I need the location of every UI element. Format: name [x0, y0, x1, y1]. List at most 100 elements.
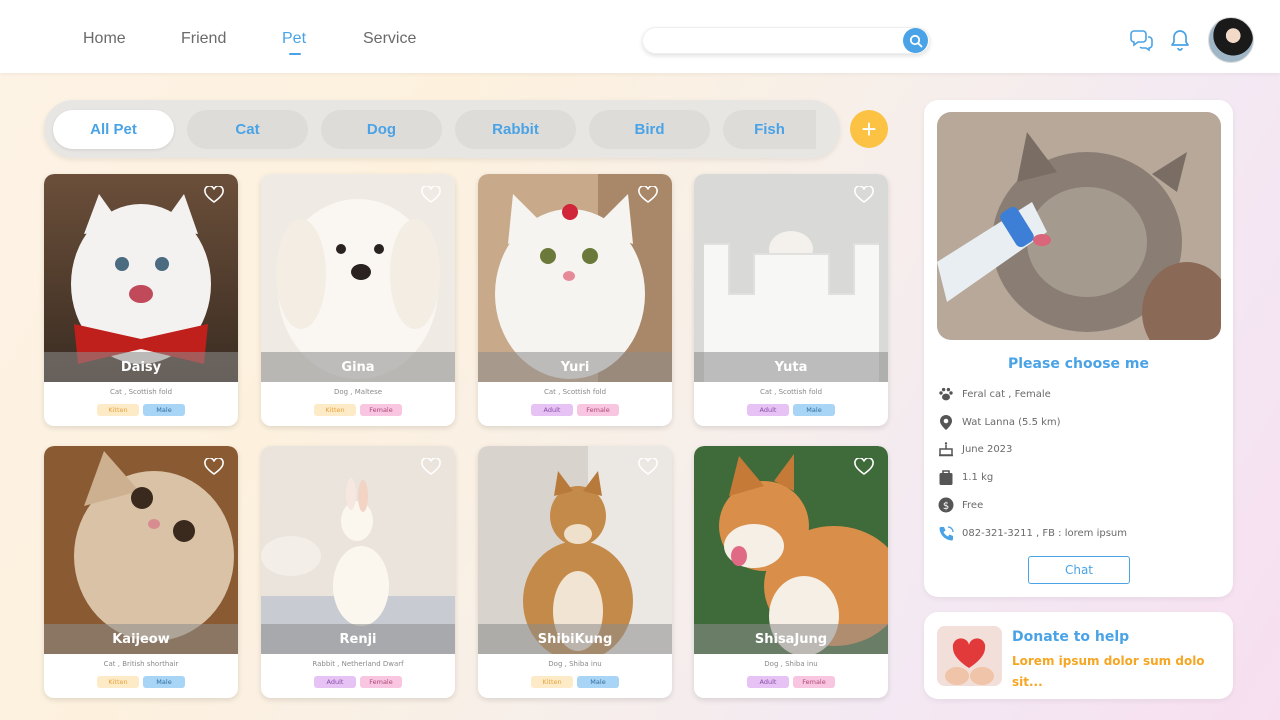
nav-active-indicator	[289, 53, 301, 55]
chat-bubbles-icon[interactable]	[1130, 28, 1154, 52]
search-input[interactable]	[642, 27, 892, 54]
nav-pet[interactable]: Pet	[282, 30, 306, 48]
age-tag: Kitten	[531, 676, 573, 688]
age-tag: Adult	[747, 404, 789, 416]
pet-card[interactable]: Yuta Cat , Scottish fold Adult Male	[694, 174, 888, 426]
add-pet-button[interactable]: +	[850, 110, 888, 148]
filter-bird[interactable]: Bird	[589, 110, 710, 149]
pet-name: Gina	[261, 352, 455, 382]
nav-home[interactable]: Home	[83, 30, 126, 48]
filter-rabbit[interactable]: Rabbit	[455, 110, 576, 149]
birthday-cake-icon	[937, 440, 955, 458]
pet-card[interactable]: Gina Dog , Maltese Kitten Female	[261, 174, 455, 426]
pet-photo	[694, 446, 888, 654]
favorite-heart-icon[interactable]	[638, 186, 658, 204]
gender-tag: Male	[143, 676, 185, 688]
favorite-heart-icon[interactable]	[204, 458, 224, 476]
age-tag: Kitten	[97, 676, 139, 688]
dollar-coin-icon: $	[937, 496, 955, 514]
info-type-row: Feral cat , Female	[937, 385, 1051, 403]
favorite-heart-icon[interactable]	[854, 186, 874, 204]
info-contact: 082-321-3211 , FB : lorem ipsum	[962, 527, 1127, 539]
detail-title: Please choose me	[1008, 356, 1149, 372]
donate-card[interactable]: Donate to help Lorem ipsum dolor sum dol…	[924, 612, 1233, 699]
info-price: Free	[962, 499, 984, 511]
donate-description: Lorem ipsum dolor sum dolo sit...	[1012, 654, 1205, 689]
nav-service[interactable]: Service	[363, 30, 416, 48]
info-weight-row: 1.1 kg	[937, 468, 993, 486]
pet-card[interactable]: Yuri Cat , Scottish fold Adult Female	[478, 174, 672, 426]
pet-card[interactable]: ShisaJung Dog , Shiba inu Adult Female	[694, 446, 888, 698]
pet-name: ShibiKung	[478, 624, 672, 654]
pet-name: Yuta	[694, 352, 888, 382]
donate-heart-hands-image	[937, 626, 1002, 686]
info-location-row: Wat Lanna (5.5 km)	[937, 413, 1061, 431]
pet-photo	[478, 174, 672, 382]
paw-icon	[937, 385, 955, 403]
pet-photo	[478, 446, 672, 654]
filter-fish[interactable]: Fish	[723, 110, 816, 149]
pet-tags: Kitten Female	[261, 404, 455, 416]
pet-tags: Kitten Male	[478, 676, 672, 688]
pet-breed: Cat , Scottish fold	[759, 388, 823, 396]
favorite-heart-icon[interactable]	[854, 458, 874, 476]
nav-friend[interactable]: Friend	[181, 30, 226, 48]
gender-tag: Male	[577, 676, 619, 688]
pet-detail-panel: Please choose me Feral cat , Female Wat …	[924, 100, 1233, 597]
phone-icon	[937, 524, 955, 542]
info-birth-row: June 2023	[937, 440, 1012, 458]
pet-breed: Cat , British shorthair	[103, 660, 179, 668]
age-tag: Adult	[747, 676, 789, 688]
pet-tags: Kitten Male	[44, 404, 238, 416]
pet-breed: Cat , Scottish fold	[109, 388, 173, 396]
gender-tag: Female	[577, 404, 619, 416]
favorite-heart-icon[interactable]	[204, 186, 224, 204]
info-weight: 1.1 kg	[962, 471, 994, 483]
gender-tag: Female	[793, 676, 835, 688]
gender-tag: Female	[360, 404, 402, 416]
pet-card[interactable]: Kaijeow Cat , British shorthair Kitten M…	[44, 446, 238, 698]
bell-icon[interactable]	[1168, 28, 1192, 52]
favorite-heart-icon[interactable]	[421, 458, 441, 476]
pet-detail-photo	[937, 112, 1221, 340]
pet-breed: Rabbit , Netherland Dwarf	[312, 660, 404, 668]
pet-breed: Dog , Maltese	[333, 388, 383, 396]
age-tag: Adult	[531, 404, 573, 416]
location-pin-icon	[937, 413, 955, 431]
pet-tags: Adult Female	[478, 404, 672, 416]
favorite-heart-icon[interactable]	[421, 186, 441, 204]
filter-cat[interactable]: Cat	[187, 110, 308, 149]
age-tag: Kitten	[97, 404, 139, 416]
search-button[interactable]	[903, 28, 928, 53]
gender-tag: Male	[143, 404, 185, 416]
pet-name: Renji	[261, 624, 455, 654]
age-tag: Kitten	[314, 404, 356, 416]
info-location: Wat Lanna (5.5 km)	[962, 416, 1061, 428]
pet-photo	[261, 174, 455, 382]
pet-breed: Cat , Scottish fold	[543, 388, 607, 396]
info-contact-row: 082-321-3211 , FB : lorem ipsum	[937, 524, 1127, 542]
pet-tags: Adult Female	[694, 676, 888, 688]
user-avatar[interactable]	[1208, 17, 1254, 63]
filter-dog[interactable]: Dog	[321, 110, 442, 149]
pet-breed: Dog , Shiba inu	[548, 660, 602, 668]
svg-text:$: $	[943, 501, 949, 512]
pet-tags: Adult Male	[694, 404, 888, 416]
weight-bag-icon	[937, 468, 955, 486]
top-navbar: Home Friend Pet Service	[0, 0, 1280, 73]
pet-card[interactable]: ShibiKung Dog , Shiba inu Kitten Male	[478, 446, 672, 698]
pet-photo	[261, 446, 455, 654]
pet-photo	[694, 174, 888, 382]
favorite-heart-icon[interactable]	[638, 458, 658, 476]
pet-name: Daisy	[44, 352, 238, 382]
pet-photo	[44, 174, 238, 382]
chat-button[interactable]: Chat	[1028, 556, 1130, 584]
pet-breed: Dog , Shiba inu	[764, 660, 818, 668]
pet-card[interactable]: Renji Rabbit , Netherland Dwarf Adult Fe…	[261, 446, 455, 698]
pet-card[interactable]: Daisy Cat , Scottish fold Kitten Male	[44, 174, 238, 426]
pet-tags: Adult Female	[261, 676, 455, 688]
info-price-row: $ Free	[937, 496, 983, 514]
gender-tag: Male	[793, 404, 835, 416]
filter-all-pet[interactable]: All Pet	[53, 110, 174, 149]
pet-name: Yuri	[478, 352, 672, 382]
